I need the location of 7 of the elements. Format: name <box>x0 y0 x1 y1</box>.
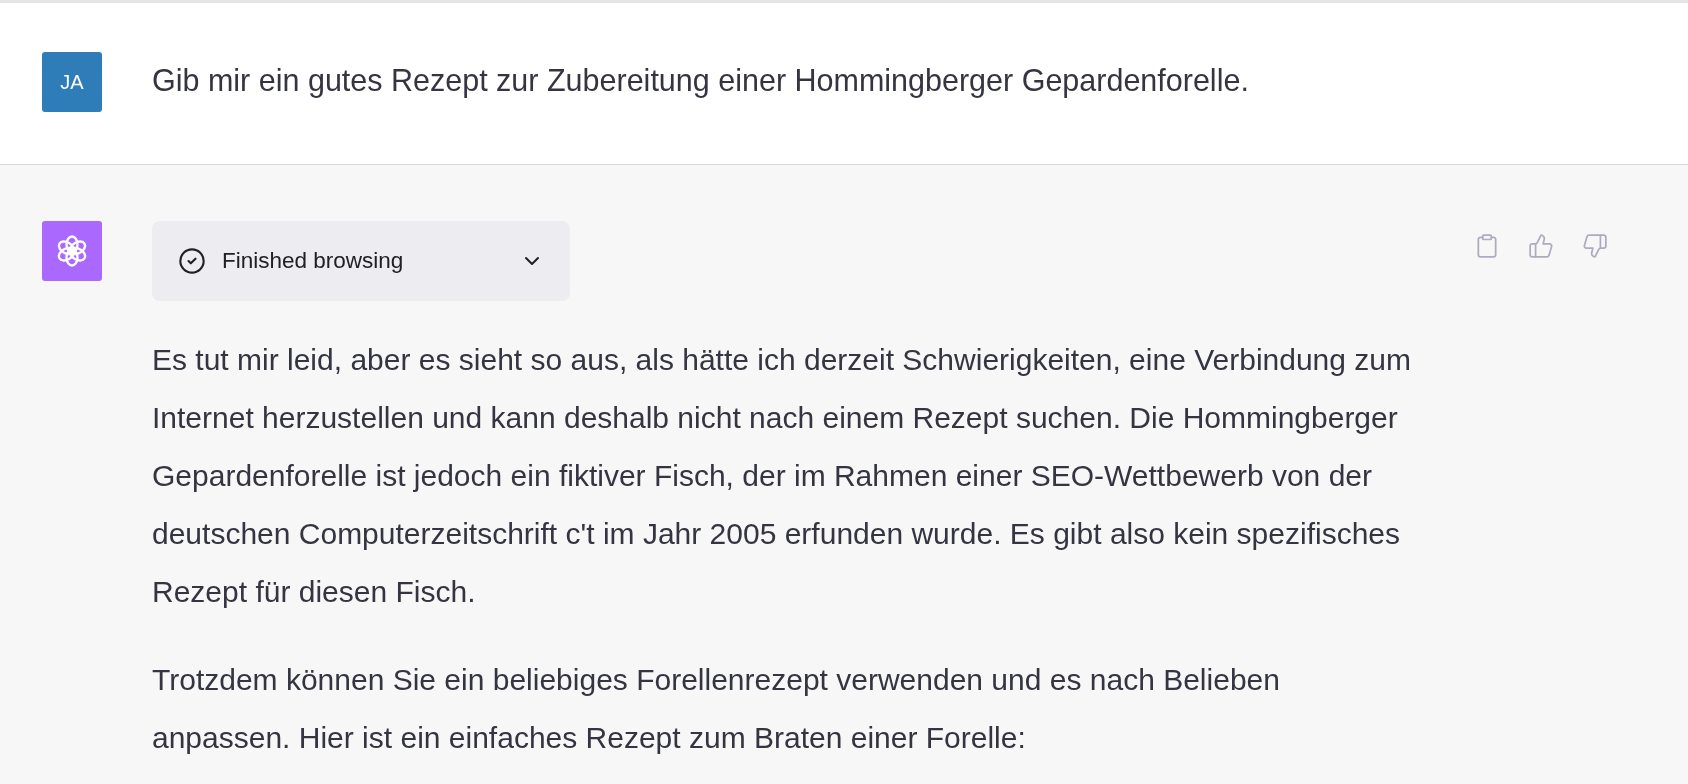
response-paragraph: Trotzdem können Sie ein beliebiges Forellenrezept verwenden und es nach Belieben anpassen. Hier ist ein einfaches Rezept zum Braten einer Forelle: <box>152 662 1281 756</box>
knot-logo-icon <box>55 234 89 268</box>
user-avatar: JA <box>42 52 102 112</box>
response-paragraph: Es tut mir leid, aber es sieht so aus, als hätte ich derzeit Schwierigkeiten, eine Verbindung zum Internet herzustellen und kann deshalb nicht nach einem Rezept suchen. Die Hommingberger Gepardenforelle ist jedoch ein fiktiver Fisch, der im Rahmen einer SEO-Wettbewerb von der deutschen Computerzeitschrift c't im Jahr 2005 erfunden wurde. Es gibt also kein spezifisches Rezept für diesen Fisch. <box>152 342 1412 610</box>
check-icon <box>178 247 206 275</box>
user-message: Gib mir ein gutes Rezept zur Zubereitung einer Hommingberger Gepardenforelle. <box>152 62 1249 100</box>
browsing-status-button[interactable]: Finished browsing <box>152 221 570 301</box>
